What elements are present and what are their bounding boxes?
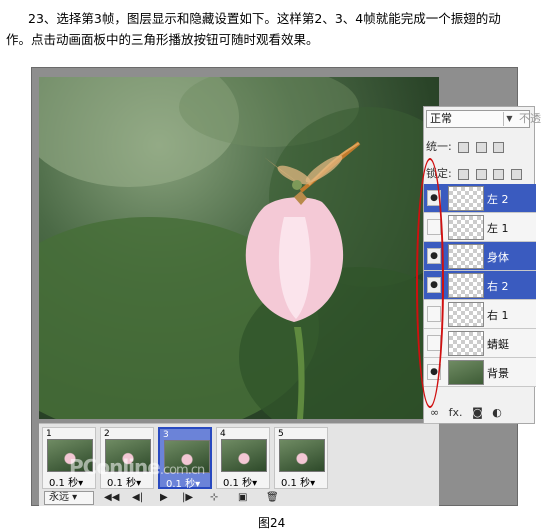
loop-select[interactable]: 永远 ▾ <box>44 491 94 505</box>
lock-row: 锁定: <box>426 165 522 181</box>
lock-pixels-icon[interactable] <box>475 168 487 180</box>
lock-all-icon[interactable] <box>510 168 522 180</box>
instruction-text: 23、选择第3帧，图层显示和隐藏设置如下。这样第2、3、4帧就能完成一个振翅的动… <box>6 8 546 50</box>
unify-position-icon[interactable] <box>458 141 470 153</box>
layer-name: 左 1 <box>487 222 509 235</box>
unify-label: 统一: <box>426 140 452 153</box>
layer-thumbnail <box>448 215 484 240</box>
loop-value: 永远 <box>49 492 69 503</box>
figure-caption: 图24 <box>258 516 286 530</box>
layer-name: 右 1 <box>487 309 509 322</box>
canvas-image <box>39 77 439 419</box>
lock-transparency-icon[interactable] <box>458 168 470 180</box>
layer-thumbnail <box>448 244 484 269</box>
watermark: PConline.com.cn <box>69 455 205 479</box>
frame-number: 2 <box>104 429 110 439</box>
duplicate-frame-button[interactable]: ▣ <box>238 491 247 505</box>
blend-mode-select[interactable]: 正常 ▼ 不透 <box>426 110 541 128</box>
layer-name: 右 2 <box>487 280 509 293</box>
animation-frame[interactable]: 4 0.1 秒▾ <box>216 427 270 489</box>
play-button[interactable]: ▶ <box>160 491 168 505</box>
frame-number: 3 <box>163 430 169 440</box>
opacity-label: 不透 <box>519 112 541 125</box>
tween-button[interactable]: ⊹ <box>210 491 218 505</box>
red-annotation-oval <box>416 158 444 408</box>
unify-visibility-icon[interactable] <box>475 141 487 153</box>
layer-thumbnail <box>448 302 484 327</box>
layer-thumbnail <box>448 360 484 385</box>
lock-position-icon[interactable] <box>493 168 505 180</box>
frame-number: 4 <box>220 429 226 439</box>
frame-delay-select[interactable]: 0.1 秒▾ <box>281 474 315 489</box>
animation-frame[interactable]: 5 0.1 秒▾ <box>274 427 328 489</box>
blend-mode-value: 正常 <box>430 112 452 125</box>
layer-thumbnail <box>448 273 484 298</box>
instruction-line-1: 23、选择第3帧，图层显示和隐藏设置如下。这样第2、3、4帧就能完成一个振翅的动 <box>28 11 501 26</box>
layer-name: 蜻蜓 <box>487 338 509 351</box>
watermark-brand: PConline <box>69 455 161 479</box>
watermark-domain: .com.cn <box>159 463 205 478</box>
mask-icon[interactable]: ◙ <box>472 406 483 419</box>
layer-thumbnail <box>448 186 484 211</box>
frame-thumbnail <box>279 439 325 472</box>
layers-bottom-bar: ∞ fx. ◙ ◐ <box>424 402 536 424</box>
frame-number: 1 <box>46 429 52 439</box>
next-frame-button[interactable]: |▶ <box>182 491 193 505</box>
frame-number: 5 <box>278 429 284 439</box>
layer-name: 背景 <box>487 367 509 380</box>
animation-controls: 永远 ▾ ◀◀ ◀| ▶ |▶ ⊹ ▣ 🗑 <box>42 491 437 505</box>
fx-icon[interactable]: fx. <box>449 406 463 419</box>
unify-style-icon[interactable] <box>493 141 505 153</box>
frame-thumbnail <box>221 439 267 472</box>
chevron-down-icon[interactable]: ▼ <box>503 112 515 126</box>
prev-frame-button[interactable]: ◀| <box>132 491 143 505</box>
unify-row: 统一: <box>426 138 505 154</box>
frame-delay-select[interactable]: 0.1 秒▾ <box>223 474 257 489</box>
layer-name: 身体 <box>487 251 509 264</box>
lotus-dragonfly-photo <box>39 77 439 419</box>
layer-name: 左 2 <box>487 193 509 206</box>
first-frame-button[interactable]: ◀◀ <box>104 491 119 505</box>
adjustment-icon[interactable]: ◐ <box>492 406 502 419</box>
link-icon[interactable]: ∞ <box>430 406 439 419</box>
layer-thumbnail <box>448 331 484 356</box>
delete-frame-icon[interactable]: 🗑 <box>266 491 279 505</box>
instruction-line-2: 作。点击动画面板中的三角形播放按钮可随时观看效果。 <box>6 32 319 47</box>
